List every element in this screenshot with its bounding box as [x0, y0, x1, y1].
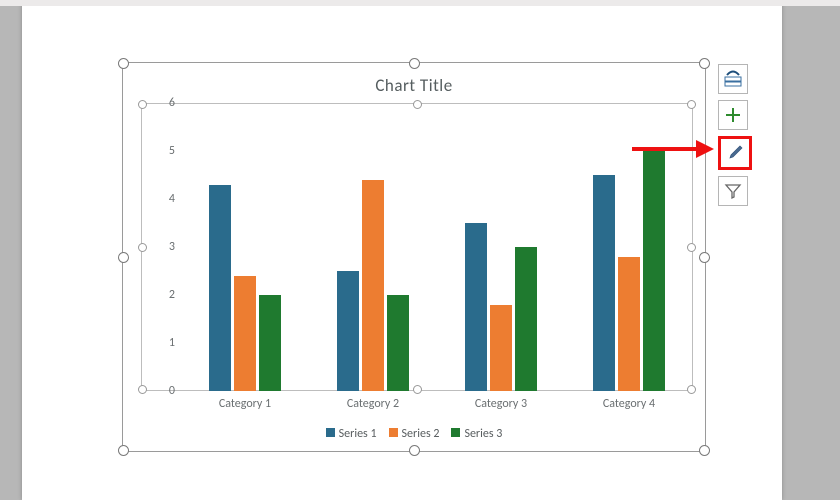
bar-series2[interactable]	[618, 257, 640, 391]
chart-styles-button[interactable]	[718, 136, 752, 170]
plot-handle-ml[interactable]	[138, 243, 147, 252]
category-group: Category 3	[437, 103, 565, 391]
legend-item[interactable]: Series 2	[389, 427, 440, 441]
layout-options-icon	[724, 70, 742, 88]
y-tick-label: 0	[169, 384, 175, 398]
header-ribbon-sliver	[0, 0, 840, 6]
legend-swatch	[326, 428, 335, 437]
word-page: Chart Title 0 1 2 3 4 5 6 Category 1Category 2…	[22, 0, 782, 500]
funnel-icon	[724, 182, 742, 200]
legend-swatch	[389, 428, 398, 437]
y-tick-label: 5	[169, 144, 175, 158]
resize-handle-bl[interactable]	[118, 445, 129, 456]
plus-icon	[724, 106, 742, 124]
category-group: Category 1	[181, 103, 309, 391]
x-tick-label: Category 3	[437, 391, 565, 411]
plot-handle-bl[interactable]	[138, 385, 147, 394]
legend[interactable]: Series 1 Series 2 Series 3	[123, 427, 705, 441]
legend-item[interactable]: Series 3	[451, 427, 502, 441]
bars-area: Category 1Category 2Category 3Category 4	[181, 103, 693, 391]
bar-series2[interactable]	[490, 305, 512, 391]
y-tick-label: 1	[169, 336, 175, 350]
x-tick-label: Category 1	[181, 391, 309, 411]
chart-side-buttons	[718, 64, 752, 212]
bar-series1[interactable]	[593, 175, 615, 391]
y-tick-label: 6	[169, 96, 175, 110]
resize-handle-tl[interactable]	[118, 58, 129, 69]
chart-title[interactable]: Chart Title	[123, 75, 705, 96]
resize-handle-br[interactable]	[699, 445, 710, 456]
bar-series1[interactable]	[209, 185, 231, 391]
layout-options-button[interactable]	[718, 64, 748, 94]
annotation-arrow	[632, 140, 716, 158]
legend-item[interactable]: Series 1	[326, 427, 377, 441]
resize-handle-tm[interactable]	[409, 58, 420, 69]
bar-series3[interactable]	[515, 247, 537, 391]
bar-series2[interactable]	[234, 276, 256, 391]
resize-handle-ml[interactable]	[118, 252, 129, 263]
legend-swatch	[451, 428, 460, 437]
bar-series1[interactable]	[465, 223, 487, 391]
resize-handle-bm[interactable]	[409, 445, 420, 456]
chart-elements-button[interactable]	[718, 100, 748, 130]
bar-series3[interactable]	[259, 295, 281, 391]
y-tick-label: 2	[169, 288, 175, 302]
paintbrush-icon	[726, 144, 744, 162]
category-group: Category 2	[309, 103, 437, 391]
x-tick-label: Category 2	[309, 391, 437, 411]
chart-object[interactable]: Chart Title 0 1 2 3 4 5 6 Category 1Category 2…	[122, 62, 706, 452]
chart-filters-button[interactable]	[718, 176, 748, 206]
bar-series2[interactable]	[362, 180, 384, 391]
x-tick-label: Category 4	[565, 391, 693, 411]
bar-series3[interactable]	[643, 151, 665, 391]
resize-handle-mr[interactable]	[699, 252, 710, 263]
bar-series1[interactable]	[337, 271, 359, 391]
legend-label: Series 1	[339, 427, 377, 441]
y-tick-label: 3	[169, 240, 175, 254]
bar-series3[interactable]	[387, 295, 409, 391]
y-axis: 0123456	[147, 103, 181, 391]
y-tick-label: 4	[169, 192, 175, 206]
resize-handle-tr[interactable]	[699, 58, 710, 69]
legend-label: Series 2	[402, 427, 440, 441]
legend-label: Series 3	[464, 427, 502, 441]
plot-handle-tl[interactable]	[138, 100, 147, 109]
